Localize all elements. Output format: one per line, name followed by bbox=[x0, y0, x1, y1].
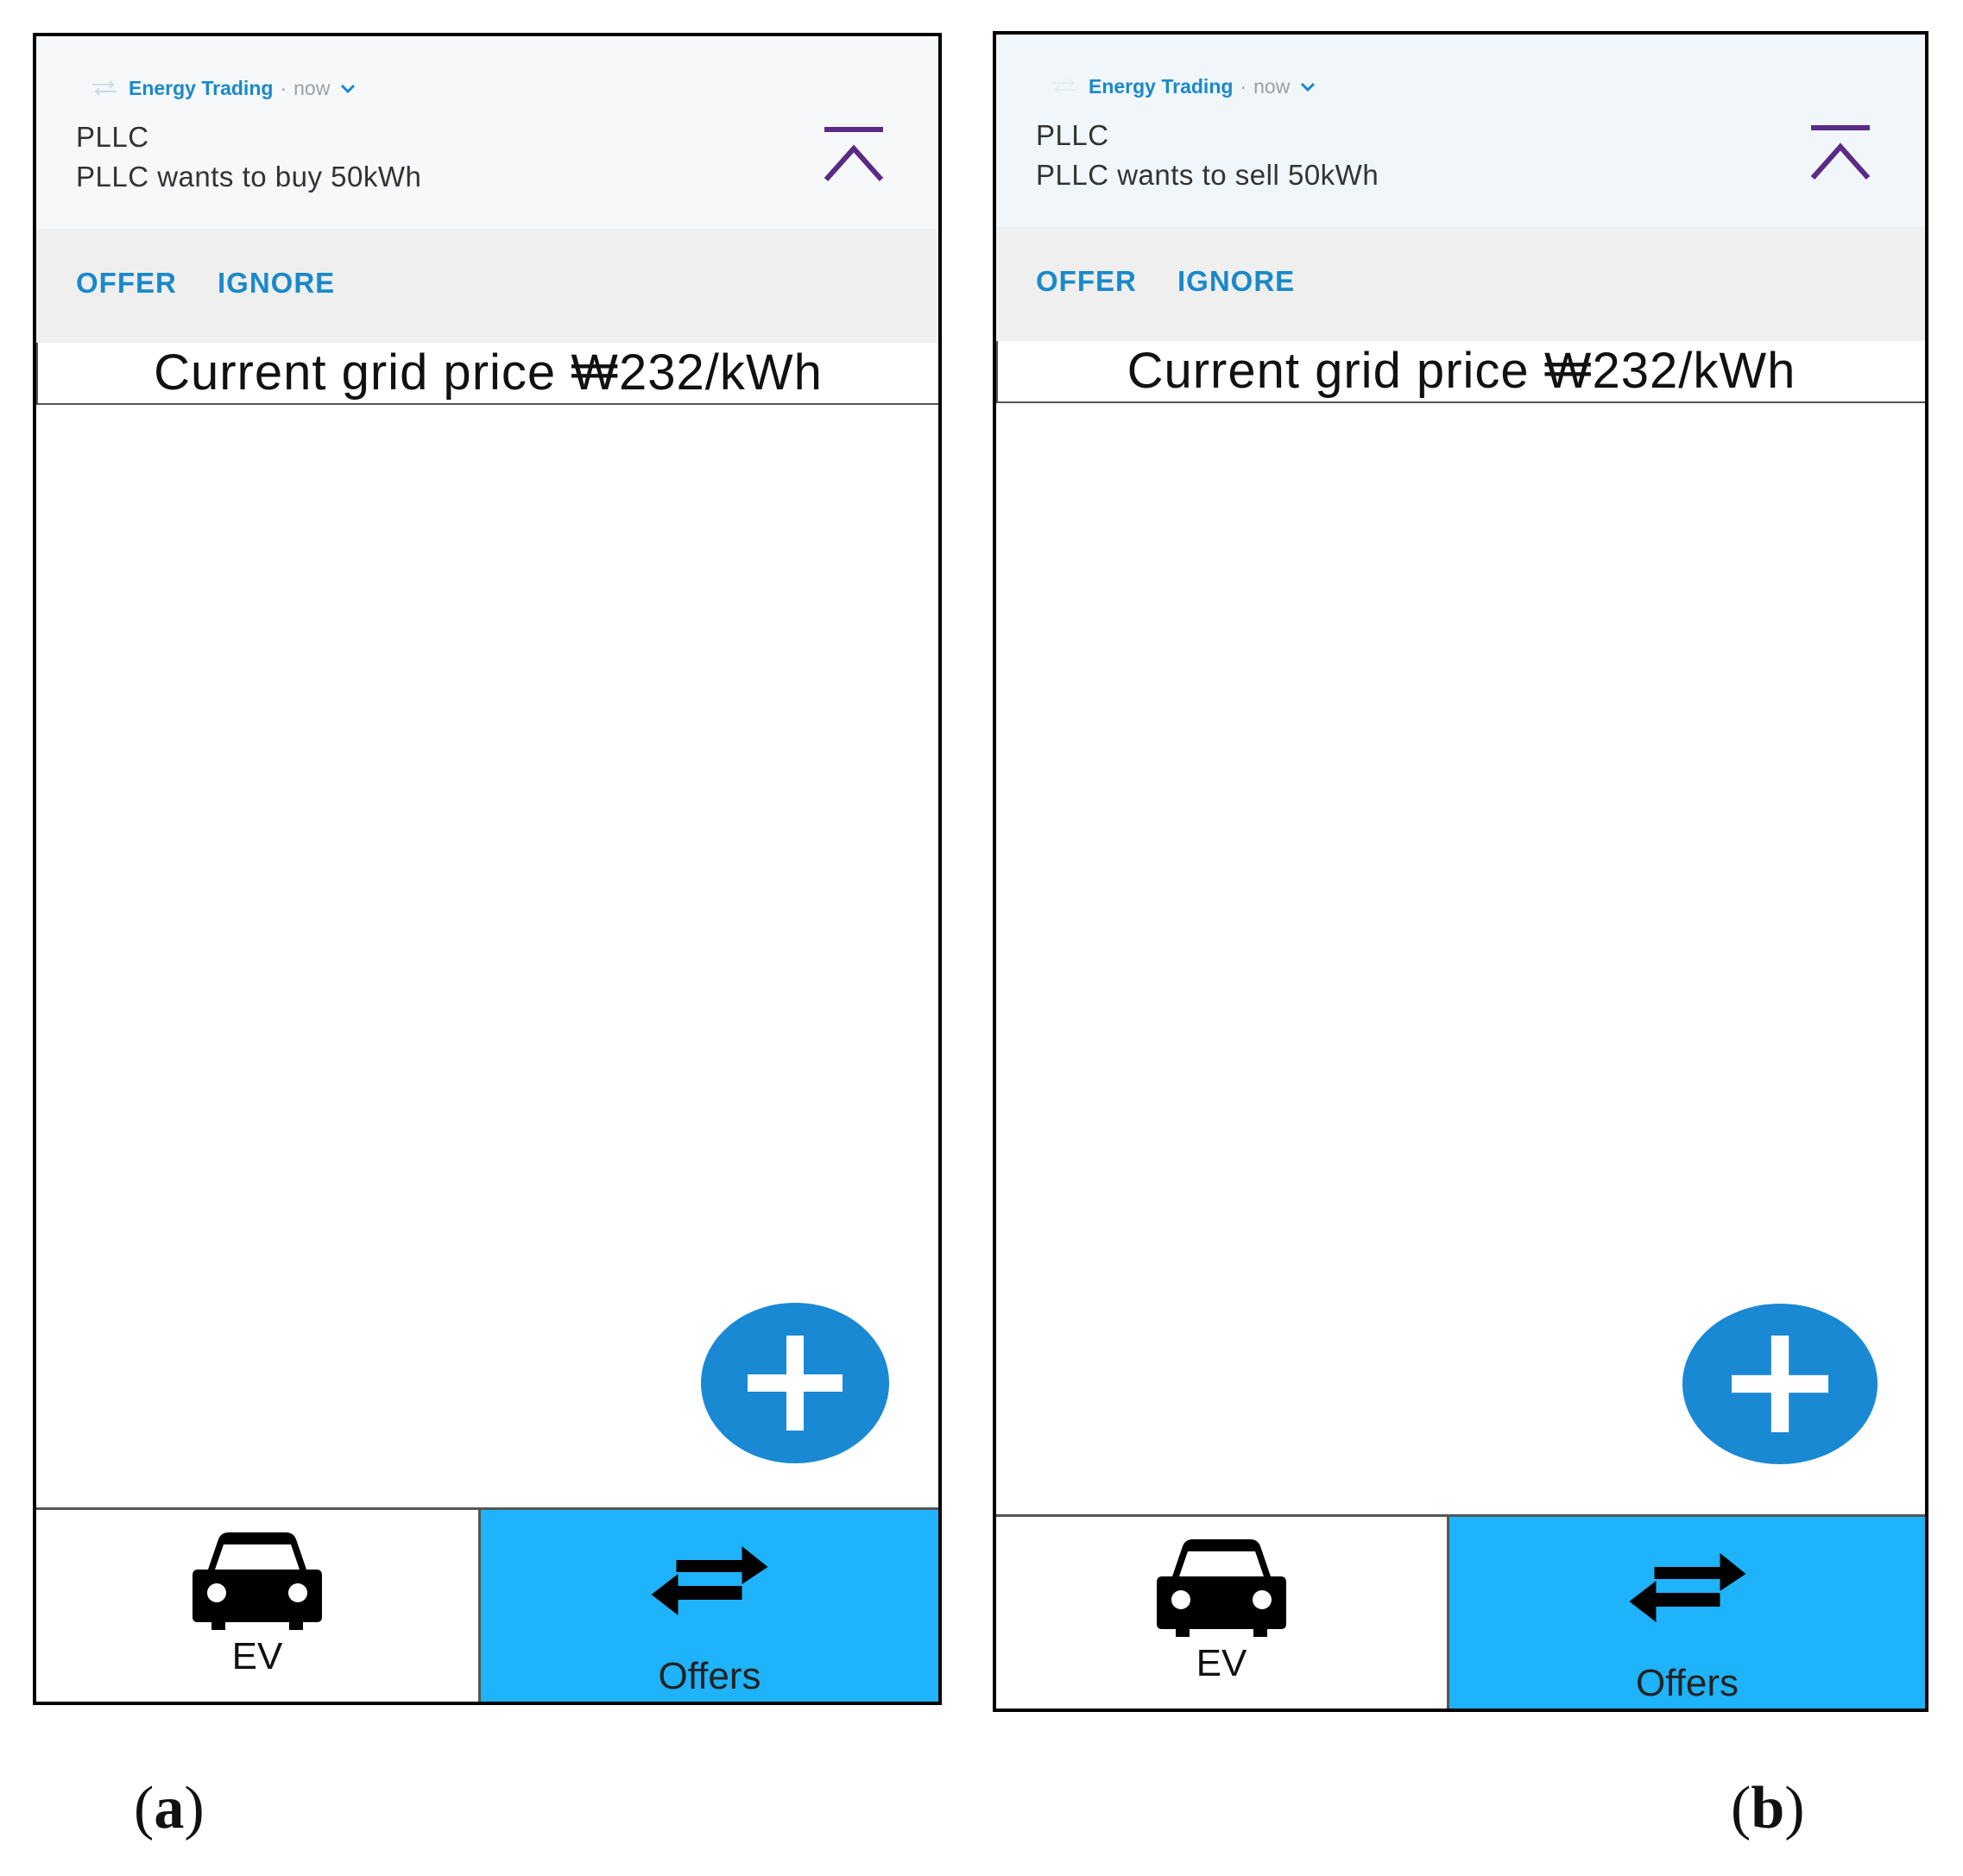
tab-offers-label: Offers bbox=[658, 1655, 761, 1697]
tab-offers-label: Offers bbox=[1635, 1662, 1739, 1704]
notification-body: PLLC wants to buy 50kWh bbox=[76, 161, 422, 193]
notification-app-row: Energy Trading · now bbox=[87, 71, 356, 105]
tab-ev[interactable]: EV bbox=[996, 1514, 1449, 1709]
notification-title: PLLC bbox=[76, 121, 149, 153]
grid-price-label: Current grid price ₩232/kWh bbox=[996, 341, 1925, 403]
ignore-button[interactable]: IGNORE bbox=[218, 267, 335, 300]
phone-screen-a: Energy Trading · now PLLC PLLC wants to … bbox=[33, 33, 942, 1705]
car-icon bbox=[1157, 1539, 1286, 1637]
grid-price-label: Current grid price ₩232/kWh bbox=[36, 343, 938, 405]
notification-title: PLLC bbox=[1036, 119, 1109, 151]
caption-close-paren: ) bbox=[184, 1775, 205, 1841]
caption-b: (b) bbox=[1731, 1774, 1805, 1843]
bottom-tab-bar: EV Offers bbox=[36, 1507, 938, 1702]
caption-a: (a) bbox=[134, 1774, 205, 1843]
notification-separator: · bbox=[1240, 74, 1247, 98]
add-offer-button[interactable] bbox=[1682, 1304, 1878, 1464]
notification-actions: OFFER IGNORE bbox=[36, 229, 938, 343]
phone-screen-b: Energy Trading · now PLLC PLLC wants to … bbox=[993, 31, 1928, 1712]
chevron-down-icon[interactable] bbox=[1300, 75, 1316, 98]
chevron-down-icon[interactable] bbox=[340, 77, 356, 99]
notification-body: PLLC wants to sell 50kWh bbox=[1036, 159, 1379, 191]
plus-icon bbox=[1732, 1336, 1828, 1432]
swap-arrows-icon bbox=[651, 1546, 768, 1615]
notification-app-name: Energy Trading bbox=[1089, 74, 1234, 98]
caption-letter: a bbox=[154, 1775, 185, 1841]
caption-letter: b bbox=[1751, 1775, 1785, 1841]
notification-header[interactable]: Energy Trading · now PLLC PLLC wants to … bbox=[996, 35, 1925, 227]
notification-separator: · bbox=[280, 76, 287, 99]
notification-actions: OFFER IGNORE bbox=[996, 227, 1925, 341]
offer-button[interactable]: OFFER bbox=[76, 267, 177, 300]
notification-app-name: Energy Trading bbox=[129, 76, 274, 99]
bottom-tab-bar: EV Offers bbox=[996, 1514, 1925, 1709]
notification-header[interactable]: Energy Trading · now PLLC PLLC wants to … bbox=[36, 36, 938, 229]
tab-ev-label: EV bbox=[231, 1635, 283, 1677]
add-offer-button[interactable] bbox=[701, 1303, 889, 1463]
offer-button[interactable]: OFFER bbox=[1036, 265, 1137, 298]
caption-close-paren: ) bbox=[1784, 1775, 1805, 1841]
tab-ev-label: EV bbox=[1196, 1642, 1247, 1684]
collapse-up-icon[interactable] bbox=[819, 123, 888, 192]
tab-ev[interactable]: EV bbox=[36, 1507, 481, 1702]
tab-offers[interactable]: Offers bbox=[1449, 1514, 1925, 1709]
notification-time: now bbox=[1253, 74, 1291, 98]
swap-arrows-icon bbox=[92, 80, 117, 96]
caption-open-paren: ( bbox=[1731, 1775, 1752, 1841]
ignore-button[interactable]: IGNORE bbox=[1177, 265, 1295, 298]
collapse-up-icon[interactable] bbox=[1806, 121, 1875, 190]
notification-app-row: Energy Trading · now bbox=[1047, 69, 1316, 104]
tab-offers[interactable]: Offers bbox=[481, 1507, 938, 1702]
plus-icon bbox=[748, 1336, 843, 1431]
swap-arrows-icon bbox=[1052, 79, 1076, 94]
swap-arrows-icon bbox=[1629, 1553, 1745, 1622]
car-icon bbox=[193, 1532, 322, 1630]
caption-open-paren: ( bbox=[134, 1775, 155, 1841]
notification-time: now bbox=[294, 76, 331, 99]
